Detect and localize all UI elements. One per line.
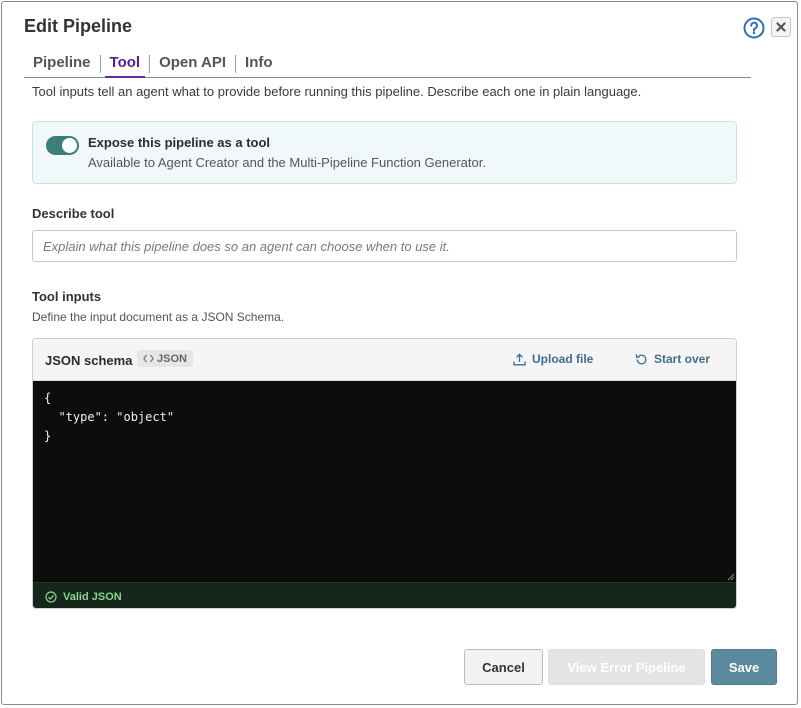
intro-text: Tool inputs tell an agent what to provid…	[32, 84, 642, 99]
code-line: {	[44, 391, 52, 405]
upload-icon	[513, 352, 526, 365]
upload-file-label: Upload file	[532, 352, 594, 366]
code-icon	[143, 354, 154, 363]
tool-inputs-label: Tool inputs	[32, 289, 102, 304]
code-line: }	[44, 429, 52, 443]
close-button[interactable]	[771, 17, 791, 37]
json-badge: JSON	[137, 350, 193, 367]
start-over-button[interactable]: Start over	[635, 352, 710, 366]
json-badge-label: JSON	[157, 352, 187, 365]
expose-tool-card: Expose this pipeline as a tool Available…	[32, 121, 737, 184]
tab-pipeline[interactable]: Pipeline	[24, 54, 100, 75]
tab-open-api[interactable]: Open API	[150, 54, 235, 75]
view-error-pipeline-button[interactable]: View Error Pipeline	[548, 649, 705, 685]
toggle-knob	[62, 138, 77, 153]
editor-header: JSON schema JSON Upload file Start over	[33, 339, 736, 381]
expose-title: Expose this pipeline as a tool	[88, 135, 271, 150]
resize-handle-icon[interactable]	[727, 573, 735, 581]
upload-file-button[interactable]: Upload file	[513, 352, 593, 366]
tab-tool[interactable]: Tool	[101, 54, 150, 78]
check-circle-icon	[45, 590, 57, 603]
undo-icon	[635, 353, 647, 364]
validation-status: Valid JSON	[33, 582, 736, 608]
json-schema-editor: JSON schema JSON Upload file Start over	[32, 338, 737, 609]
dialog-title: Edit Pipeline	[24, 16, 133, 36]
expose-subtitle: Available to Agent Creator and the Multi…	[88, 155, 486, 170]
cancel-button[interactable]: Cancel	[464, 649, 543, 685]
start-over-label: Start over	[654, 352, 711, 366]
describe-tool-input[interactable]	[32, 230, 737, 262]
describe-tool-label: Describe tool	[32, 206, 115, 221]
tab-info[interactable]: Info	[236, 54, 282, 75]
code-line: "type": "object"	[44, 410, 175, 424]
tab-bar: Pipeline Tool Open API Info	[24, 54, 751, 78]
expose-toggle[interactable]	[46, 136, 79, 155]
close-icon	[776, 22, 786, 32]
tool-inputs-sublabel: Define the input document as a JSON Sche…	[32, 310, 285, 324]
editor-title: JSON schema	[45, 353, 133, 368]
validation-status-text: Valid JSON	[63, 590, 122, 603]
edit-pipeline-dialog: Edit Pipeline Pipeline Tool Open API Inf…	[1, 1, 798, 705]
question-circle-icon[interactable]	[743, 17, 765, 39]
json-code-editor[interactable]: { "type": "object" }	[33, 381, 736, 582]
save-button[interactable]: Save	[711, 649, 777, 685]
